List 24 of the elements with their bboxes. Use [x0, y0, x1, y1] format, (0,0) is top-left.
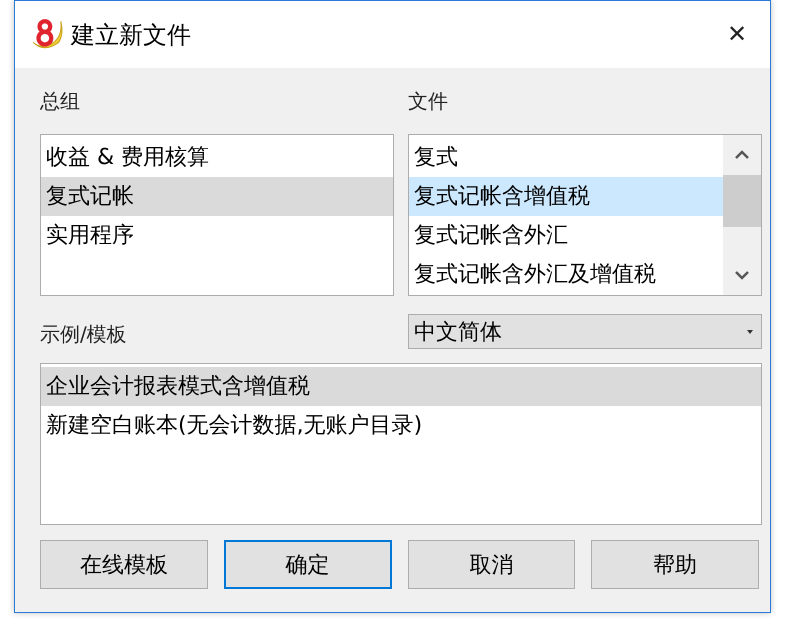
scroll-up-icon[interactable]: [734, 150, 750, 160]
section-label: 文件: [408, 88, 449, 115]
list-item[interactable]: 复式记帐含外汇及增值税: [409, 255, 723, 294]
list-item[interactable]: 新建空白账本(无会计数据,无账户目录): [41, 406, 761, 445]
list-item[interactable]: 复式记帐含外汇: [409, 216, 723, 255]
close-button[interactable]: ✕: [714, 12, 760, 58]
dialog-button[interactable]: 确定: [224, 540, 392, 589]
list-item[interactable]: 复式记帐含增值税: [409, 177, 723, 216]
window-title: 建立新文件: [71, 20, 191, 50]
list-item[interactable]: 收益 & 费用核算: [41, 138, 393, 177]
list-item[interactable]: 复式: [409, 138, 723, 177]
dialog-button[interactable]: 帮助: [591, 540, 759, 589]
section-label: 示例/模板: [40, 321, 128, 346]
caret-icon: [747, 330, 753, 334]
list-item[interactable]: 实用程序: [41, 216, 393, 255]
scroll-down-icon[interactable]: [734, 270, 750, 280]
list-item[interactable]: 企业会计报表模式含增值税: [41, 367, 761, 406]
section-label: 总组: [40, 88, 81, 115]
scrollbar[interactable]: [723, 135, 761, 295]
dialog-button[interactable]: 在线模板: [40, 540, 208, 589]
list-item[interactable]: 复式记帐: [41, 177, 393, 216]
dialog-button[interactable]: 取消: [408, 540, 576, 589]
scroll-thumb[interactable]: [723, 175, 761, 227]
language-dropdown[interactable]: 中文简体: [408, 314, 762, 349]
